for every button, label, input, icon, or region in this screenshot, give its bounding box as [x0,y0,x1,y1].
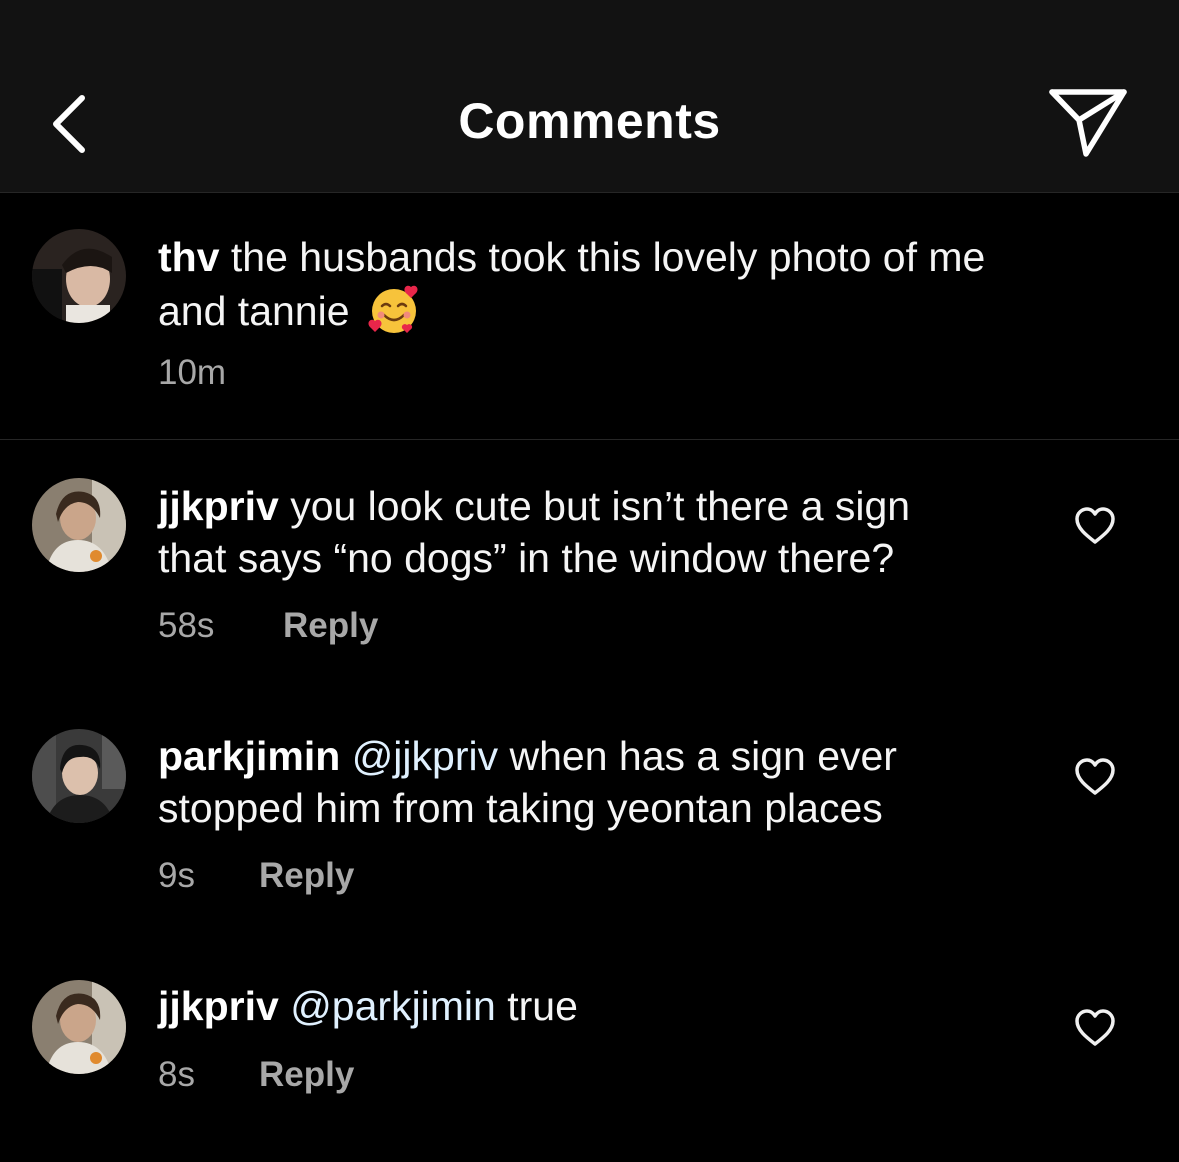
caption-line-2: and tannie [158,288,350,334]
avatar[interactable] [32,729,126,823]
comment-timestamp: 58s [158,606,215,645]
caption-text: thv the husbands took this lovely photo … [158,231,985,337]
heart-icon[interactable] [1074,1008,1116,1048]
header-bar: Comments [0,0,1179,193]
comment-line-2: stopped him from taking yeontan places [158,785,883,831]
comments-screen: Comments thv the husbands took this love… [0,0,1179,1162]
comment-text: jjkpriv @parkjimin true [158,980,578,1032]
avatar[interactable] [32,478,126,572]
reply-button[interactable]: Reply [259,856,354,896]
share-button[interactable] [1046,84,1130,160]
username[interactable]: jjkpriv [158,483,279,529]
comment-timestamp: 8s [158,1055,195,1094]
avatar[interactable] [32,980,126,1074]
comment-line-1: when has a sign ever [509,733,897,779]
username[interactable]: parkjimin [158,733,340,779]
username[interactable]: jjkpriv [158,983,279,1029]
mention-link[interactable]: @jjkpriv [352,733,498,779]
username[interactable]: thv [158,234,220,280]
caption-timestamp: 10m [158,353,227,392]
reply-button[interactable]: Reply [259,1055,354,1095]
smiling-face-with-hearts-icon [368,285,418,333]
comment-line-1: true [507,983,578,1029]
comment-line-2: that says “no dogs” in the window there? [158,535,895,581]
comment-text: jjkpriv you look cute but isn’t there a … [158,480,910,584]
avatar[interactable] [32,229,126,323]
paper-plane-icon [1049,89,1127,157]
comment-line-1: you look cute but isn’t there a sign [290,483,911,529]
heart-icon[interactable] [1074,757,1116,797]
post-caption: thv the husbands took this lovely photo … [0,193,1179,440]
comment-text: parkjimin @jjkpriv when has a sign ever … [158,730,897,834]
comment-timestamp: 9s [158,856,195,895]
heart-icon[interactable] [1074,506,1116,546]
caption-line-1: the husbands took this lovely photo of m… [230,234,986,280]
reply-button[interactable]: Reply [283,606,378,646]
mention-link[interactable]: @parkjimin [290,983,496,1029]
page-title: Comments [458,93,721,149]
